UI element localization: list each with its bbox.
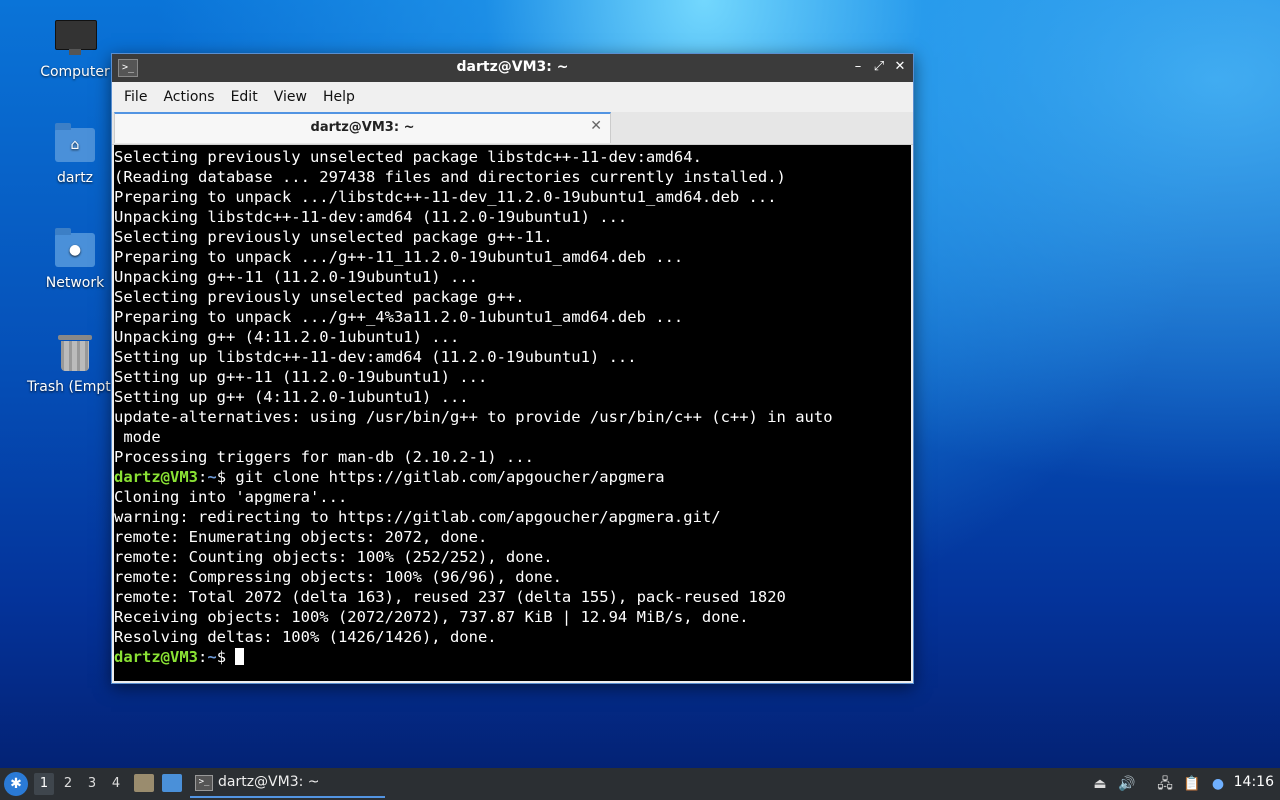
- prompt-user: dartz@VM3: [114, 648, 198, 666]
- terminal-line: Preparing to unpack .../g++-11_11.2.0-19…: [114, 248, 684, 266]
- taskbar-task-terminal[interactable]: >_ dartz@VM3: ~: [190, 770, 385, 798]
- minimize-button[interactable]: –: [849, 58, 867, 76]
- clipboard-icon[interactable]: 📋: [1182, 774, 1202, 794]
- menu-edit[interactable]: Edit: [223, 89, 266, 105]
- command-line: dartz@VM3:~$ git clone https://gitlab.co…: [114, 467, 911, 487]
- menu-file[interactable]: File: [116, 89, 155, 105]
- trash-icon: [53, 333, 97, 373]
- network-folder-icon: ●: [53, 228, 97, 269]
- command-text: git clone https://gitlab.com/apgoucher/a…: [235, 468, 665, 486]
- desktop-icon-trash[interactable]: Trash (Empty): [27, 333, 125, 395]
- prompt-sep: :: [198, 648, 208, 666]
- terminal-line: Setting up libstdc++-11-dev:amd64 (11.2.…: [114, 348, 637, 366]
- prompt-path: ~: [207, 468, 217, 486]
- terminal-line: mode: [114, 428, 161, 446]
- prompt-symbol: $: [216, 648, 236, 666]
- menu-view[interactable]: View: [266, 89, 315, 105]
- desktop-icon-label: dartz: [56, 170, 94, 186]
- clock[interactable]: 14:16: [1234, 774, 1274, 790]
- terminal-line: Cloning into 'apgmera'...: [114, 488, 348, 506]
- prompt-symbol: $: [216, 468, 236, 486]
- terminal-output[interactable]: Selecting previously unselected package …: [114, 145, 911, 681]
- terminal-line: Resolving deltas: 100% (1426/1426), done…: [114, 628, 497, 646]
- command-output: Cloning into 'apgmera'... warning: redire…: [114, 487, 911, 647]
- task-label: dartz@VM3: ~: [218, 774, 320, 790]
- terminal-line: Preparing to unpack .../g++_4%3a11.2.0-1…: [114, 308, 684, 326]
- start-menu-icon[interactable]: ✱: [4, 772, 28, 796]
- terminal-line: (Reading database ... 297438 files and d…: [114, 168, 786, 186]
- terminal-line: Receiving objects: 100% (2072/2072), 737…: [114, 608, 749, 626]
- tab-bar: dartz@VM3: ~ ✕: [112, 112, 913, 145]
- terminal-line: warning: redirecting to https://gitlab.c…: [114, 508, 721, 526]
- terminal-line: remote: Enumerating objects: 2072, done.: [114, 528, 488, 546]
- close-button[interactable]: ✕: [891, 58, 909, 76]
- eject-icon[interactable]: ⏏: [1090, 774, 1110, 794]
- workspace-4[interactable]: 4: [106, 773, 126, 795]
- terminal-line: Unpacking g++ (4:11.2.0-1ubuntu1) ...: [114, 328, 460, 346]
- active-prompt-line[interactable]: dartz@VM3:~$: [114, 647, 911, 667]
- terminal-line: Selecting previously unselected package …: [114, 228, 553, 246]
- title-bar[interactable]: >_ dartz@VM3: ~ – ⤢ ✕: [112, 54, 913, 82]
- home-folder-icon: ⌂: [53, 123, 97, 164]
- workspace-1[interactable]: 1: [34, 773, 54, 795]
- window-title: dartz@VM3: ~: [456, 59, 569, 75]
- show-desktop-icon[interactable]: [162, 774, 182, 792]
- terminal-line: Selecting previously unselected package …: [114, 288, 525, 306]
- network-icon[interactable]: 🖧: [1155, 774, 1175, 794]
- terminal-line: Unpacking libstdc++-11-dev:amd64 (11.2.0…: [114, 208, 628, 226]
- terminal-line: Unpacking g++-11 (11.2.0-19ubuntu1) ...: [114, 268, 478, 286]
- menu-actions[interactable]: Actions: [155, 89, 222, 105]
- terminal-icon: >_: [195, 775, 213, 791]
- file-manager-icon[interactable]: [134, 774, 154, 792]
- menu-bar: File Actions Edit View Help: [112, 82, 913, 112]
- terminal-line: remote: Counting objects: 100% (252/252)…: [114, 548, 553, 566]
- text-cursor: [235, 648, 245, 665]
- terminal-line: Setting up g++ (4:11.2.0-1ubuntu1) ...: [114, 388, 469, 406]
- terminal-tab[interactable]: dartz@VM3: ~ ✕: [114, 112, 611, 143]
- prompt-path: ~: [207, 648, 217, 666]
- desktop-icon-home[interactable]: ⌂ dartz: [27, 123, 123, 186]
- terminal-line: Selecting previously unselected package …: [114, 148, 702, 166]
- log-lines: Selecting previously unselected package …: [114, 147, 911, 467]
- terminal-window: >_ dartz@VM3: ~ – ⤢ ✕ File Actions Edit …: [111, 53, 914, 684]
- maximize-button[interactable]: ⤢: [870, 58, 888, 76]
- terminal-line: Processing triggers for man-db (2.10.2-1…: [114, 448, 534, 466]
- prompt-sep: :: [198, 468, 208, 486]
- desktop-icon-computer[interactable]: Computer: [27, 18, 123, 80]
- terminal-line: remote: Total 2072 (delta 163), reused 2…: [114, 588, 786, 606]
- terminal-line: remote: Compressing objects: 100% (96/96…: [114, 568, 562, 586]
- prompt-user: dartz@VM3: [114, 468, 198, 486]
- menu-help[interactable]: Help: [315, 89, 363, 105]
- workspace-3[interactable]: 3: [82, 773, 102, 795]
- terminal-line: update-alternatives: using /usr/bin/g++ …: [114, 408, 833, 426]
- terminal-line: Setting up g++-11 (11.2.0-19ubuntu1) ...: [114, 368, 488, 386]
- desktop-icon-label: Trash (Empty): [27, 379, 125, 395]
- desktop-icon-label: Computer: [40, 64, 110, 80]
- volume-icon[interactable]: 🔊: [1117, 774, 1137, 794]
- tab-label: dartz@VM3: ~: [310, 120, 415, 135]
- tab-close-button[interactable]: ✕: [590, 118, 602, 134]
- updates-icon[interactable]: ●: [1208, 774, 1228, 794]
- computer-icon: [53, 18, 97, 58]
- taskbar: ✱ 1 2 3 4 >_ dartz@VM3: ~ ⏏ 🔊 🖧 📋 ● 14:1…: [0, 768, 1280, 800]
- desktop-icon-label: Network: [45, 275, 105, 291]
- terminal-line: Preparing to unpack .../libstdc++-11-dev…: [114, 188, 777, 206]
- desktop-icon-network[interactable]: ● Network: [27, 228, 123, 291]
- workspace-2[interactable]: 2: [58, 773, 78, 795]
